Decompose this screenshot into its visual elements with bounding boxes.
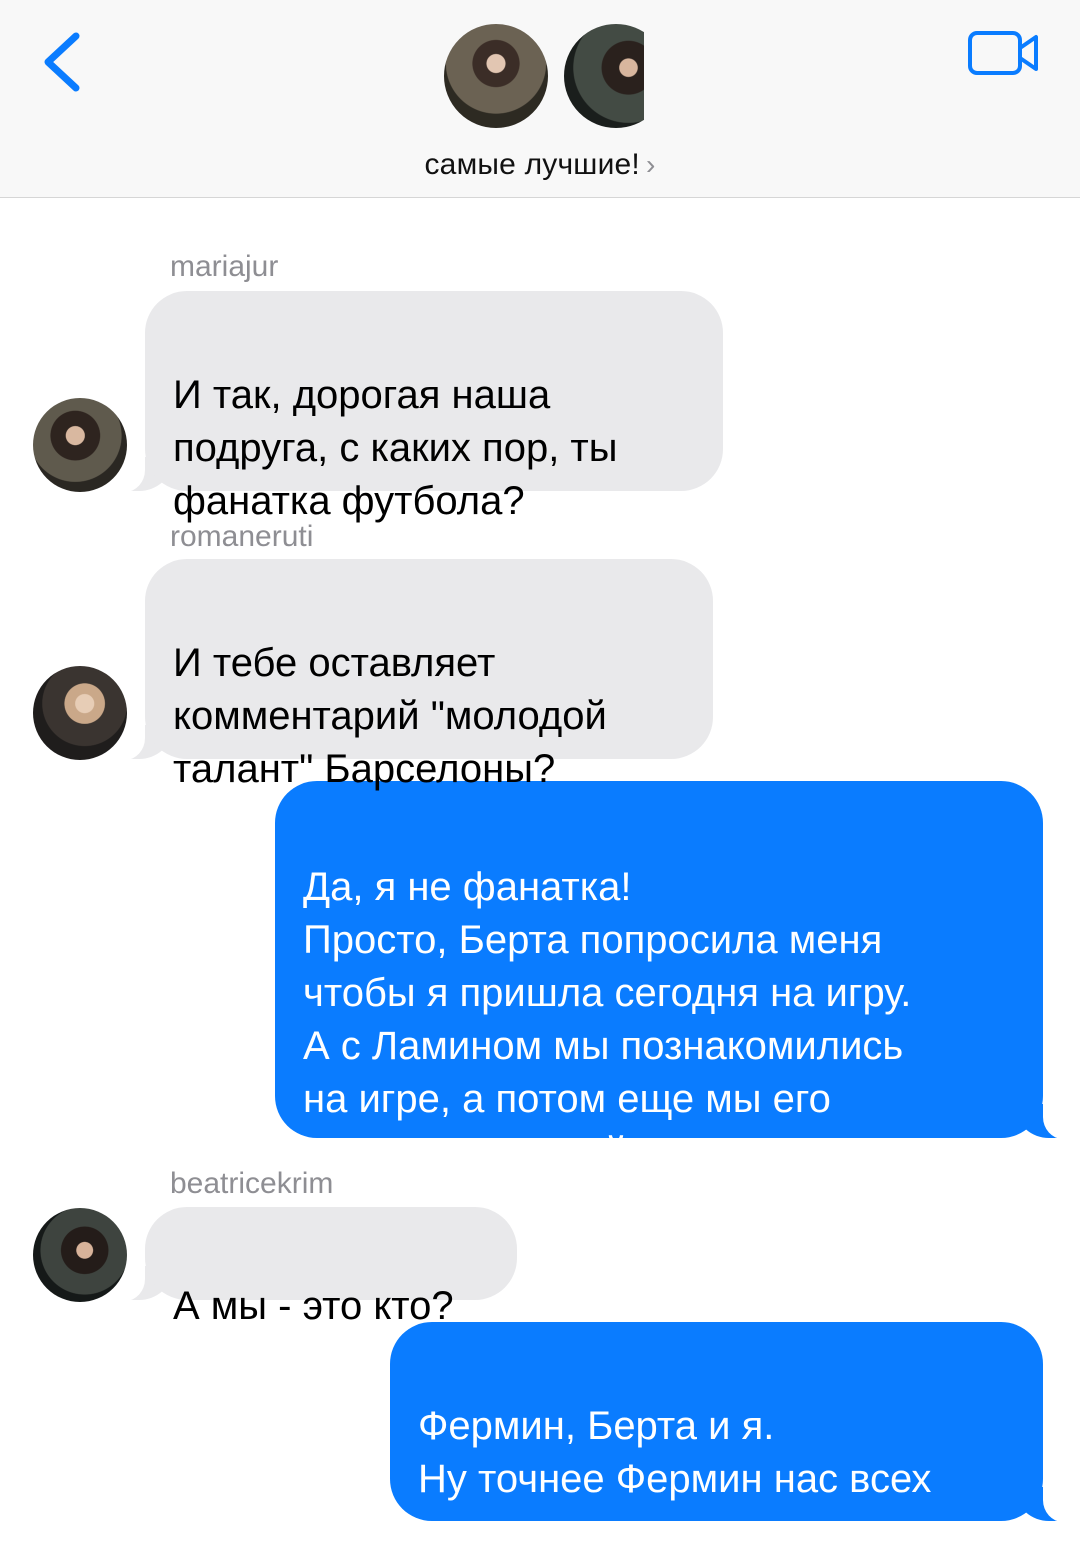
group-avatar-1[interactable] <box>440 20 552 132</box>
sender-name: mariajur <box>170 250 279 283</box>
back-button[interactable] <box>38 28 88 98</box>
group-name-button[interactable]: самые лучшие! › <box>0 148 1080 182</box>
group-avatar-2-clip <box>560 20 644 132</box>
avatar[interactable] <box>33 1208 127 1302</box>
avatar[interactable] <box>33 666 127 760</box>
message-bubble[interactable]: Фермин, Берта и я. Ну точнее Фермин нас … <box>390 1322 1071 1554</box>
video-camera-icon <box>968 31 1038 75</box>
group-avatar-2[interactable] <box>560 20 644 132</box>
message-text: А мы - это кто? <box>173 1284 454 1328</box>
chevron-right-icon: › <box>645 149 656 180</box>
avatar[interactable] <box>33 398 127 492</box>
video-call-button[interactable] <box>966 28 1042 78</box>
message-text: Да, я не фанатка! Просто, Берта попросил… <box>303 865 912 1174</box>
message-text: Фермин, Берта и я. Ну точнее Фермин нас … <box>418 1404 932 1554</box>
chevron-left-icon <box>44 32 80 92</box>
message-bubble[interactable]: А мы - это кто? <box>117 1207 517 1328</box>
message-bubble[interactable]: И так, дорогая наша подруга, с каких пор… <box>117 291 723 523</box>
message-text: И тебе оставляет комментарий "молодой та… <box>173 641 607 791</box>
message-bubble[interactable]: И тебе оставляет комментарий "молодой та… <box>117 559 713 791</box>
conversation-header: самые лучшие! › <box>0 0 1080 198</box>
message-text: И так, дорогая наша подруга, с каких пор… <box>173 373 618 523</box>
message-bubble[interactable]: Да, я не фанатка! Просто, Берта попросил… <box>275 781 1071 1174</box>
sender-name: romaneruti <box>170 520 314 553</box>
group-name: самые лучшие! <box>424 148 640 181</box>
